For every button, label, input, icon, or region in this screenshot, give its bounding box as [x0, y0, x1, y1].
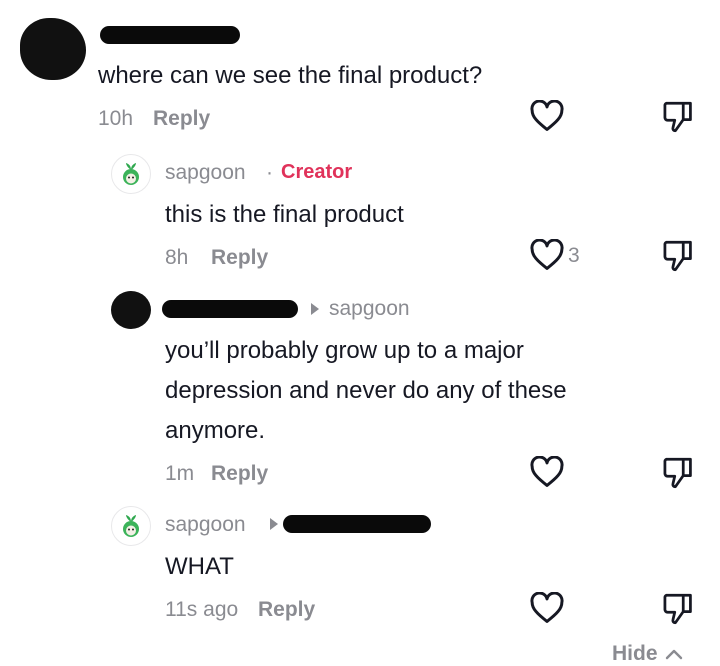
- avatar[interactable]: [111, 291, 151, 329]
- heart-outline-icon[interactable]: [530, 456, 564, 488]
- comment-time: 10h: [98, 107, 134, 130]
- reply-to-username[interactable]: sapgoon: [329, 297, 410, 321]
- sprout-mascot-icon: [123, 515, 139, 537]
- thumbs-down-icon[interactable]: [662, 100, 694, 134]
- comment-text-line: anymore.: [165, 417, 266, 444]
- comment-text-line: depression and never do any of these: [165, 377, 567, 404]
- avatar[interactable]: [111, 154, 151, 194]
- heart-outline-icon[interactable]: [530, 592, 564, 624]
- comment-text: this is the final product: [165, 201, 404, 228]
- comment-text: WHAT: [165, 553, 234, 580]
- reply-button[interactable]: Reply: [211, 462, 268, 486]
- chevron-up-icon: [665, 649, 682, 660]
- comment-time: 11s ago: [165, 598, 239, 621]
- username-redacted[interactable]: [100, 26, 240, 44]
- username[interactable]: sapgoon: [165, 513, 246, 537]
- thumbs-down-icon[interactable]: [662, 592, 694, 626]
- username-redacted[interactable]: [162, 300, 298, 318]
- comment-text: where can we see the final product?: [98, 62, 483, 89]
- creator-badge: Creator: [281, 161, 353, 183]
- username[interactable]: sapgoon: [165, 161, 246, 185]
- comment-time: 8h: [165, 246, 189, 269]
- like-count: 3: [568, 244, 580, 267]
- avatar[interactable]: [111, 506, 151, 546]
- reply-to-redacted[interactable]: [283, 515, 431, 533]
- thumbs-down-icon[interactable]: [662, 239, 694, 273]
- comment-time: 1m: [165, 462, 195, 485]
- separator-dot: ·: [266, 161, 273, 184]
- reply-button[interactable]: Reply: [153, 107, 210, 131]
- reply-button[interactable]: Reply: [258, 598, 315, 622]
- thumbs-down-icon[interactable]: [662, 456, 694, 490]
- comment-text-line: you’ll probably grow up to a major: [165, 337, 524, 364]
- hide-replies-button[interactable]: Hide: [612, 642, 684, 666]
- heart-outline-icon[interactable]: [530, 239, 564, 271]
- heart-outline-icon[interactable]: [530, 100, 564, 132]
- caret-right-icon: [311, 303, 319, 315]
- reply-button[interactable]: Reply: [211, 246, 268, 270]
- hide-label: Hide: [612, 642, 658, 665]
- caret-right-icon: [270, 518, 278, 530]
- avatar[interactable]: [20, 18, 86, 80]
- sprout-mascot-icon: [123, 163, 139, 185]
